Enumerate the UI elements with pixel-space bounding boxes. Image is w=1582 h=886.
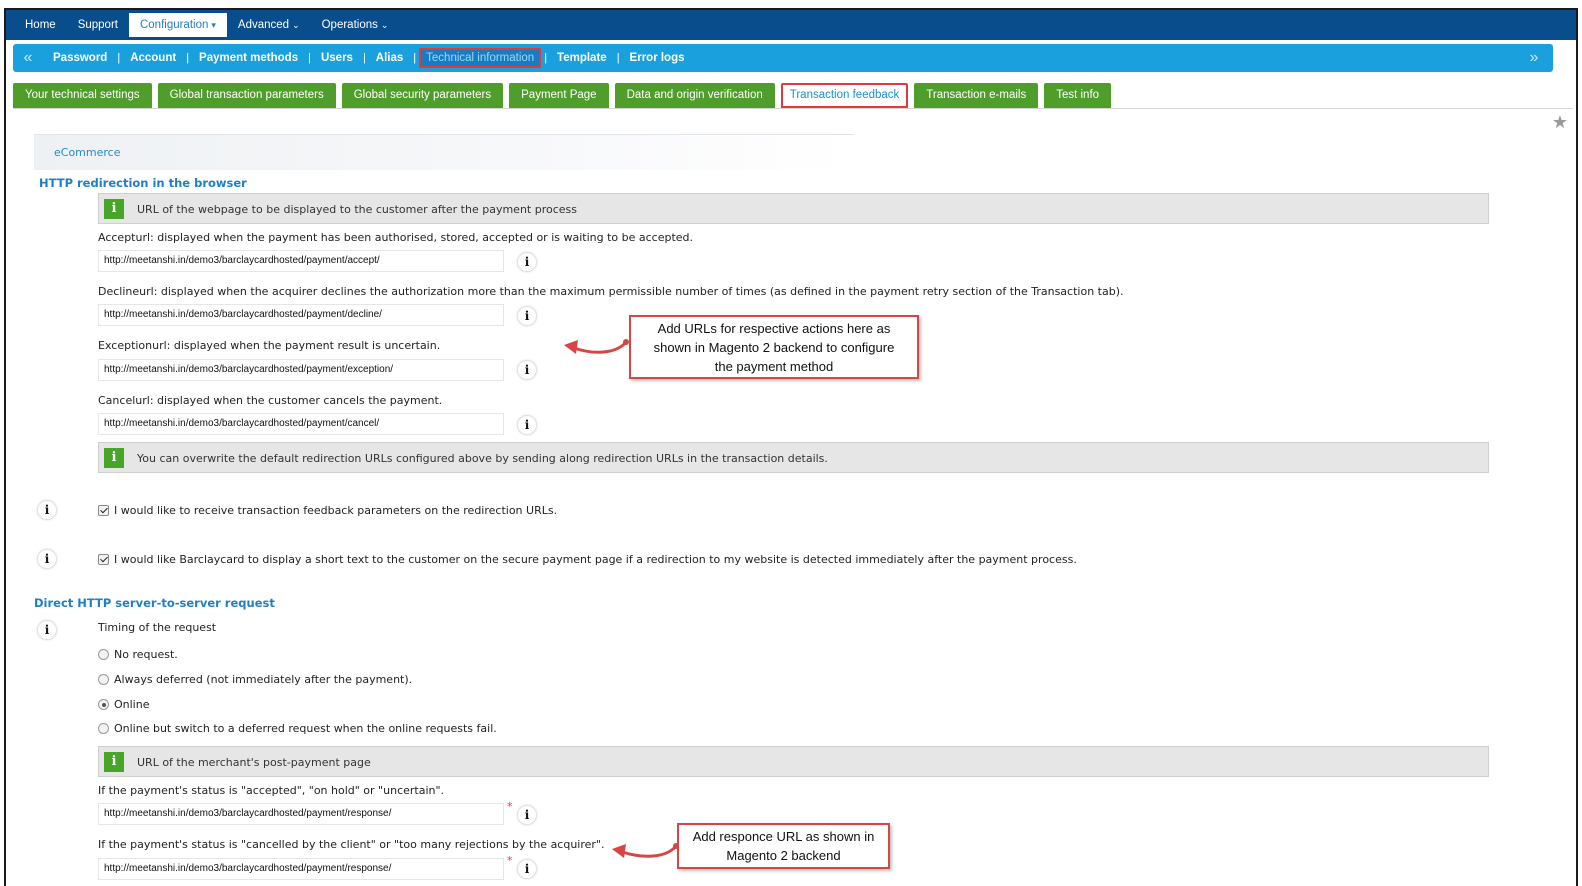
- ecommerce-header: eCommerce: [34, 134, 854, 170]
- chevron-down-icon: ⌄: [292, 20, 300, 30]
- nav-configuration[interactable]: Configuration ▾: [128, 13, 227, 37]
- subnav-password[interactable]: Password: [43, 48, 117, 68]
- annotation-arrow-icon: [564, 339, 629, 354]
- info-icon: i: [104, 199, 124, 219]
- info-icon[interactable]: i: [517, 252, 537, 272]
- nav-operations-label: Operations: [321, 19, 378, 31]
- sub-navigation: « Password | Account | Payment methods |…: [13, 44, 1553, 72]
- nav-advanced[interactable]: Advanced ⌄: [227, 13, 311, 37]
- info-bar-post-payment: i URL of the merchant's post-payment pag…: [98, 746, 1489, 777]
- radio-always-deferred[interactable]: Always deferred (not immediately after t…: [98, 673, 412, 686]
- checkbox-label: I would like to receive transaction feed…: [114, 504, 558, 517]
- scroll-left-icon[interactable]: «: [13, 49, 43, 67]
- radio-button[interactable]: [98, 674, 109, 685]
- chevron-down-icon: ▾: [211, 20, 216, 30]
- timing-label: Timing of the request: [98, 621, 217, 634]
- scroll-right-icon[interactable]: »: [1519, 49, 1549, 67]
- tab-global-transaction-parameters[interactable]: Global transaction parameters: [157, 83, 336, 108]
- required-marker: *: [507, 854, 513, 867]
- annotation-callout-urls: Add URLs for respective actions here as …: [629, 315, 919, 379]
- nav-home[interactable]: Home: [14, 13, 67, 37]
- radio-label: Always deferred (not immediately after t…: [114, 673, 413, 686]
- accept-url-input[interactable]: http://meetanshi.in/demo3/barclaycardhos…: [98, 250, 504, 272]
- subnav-users[interactable]: Users: [311, 48, 363, 68]
- nav-configuration-label: Configuration: [139, 19, 209, 31]
- info-icon: i: [104, 752, 124, 772]
- subnav-template[interactable]: Template: [547, 48, 617, 68]
- exception-url-input[interactable]: http://meetanshi.in/demo3/barclaycardhos…: [98, 359, 504, 381]
- info-bar-text: You can overwrite the default redirectio…: [137, 452, 828, 465]
- tab-global-security-parameters[interactable]: Global security parameters: [341, 83, 504, 108]
- accept-url-label: Accepturl: displayed when the payment ha…: [98, 231, 694, 244]
- status-cancelled-label: If the payment's status is "cancelled by…: [98, 838, 605, 851]
- tabs-divider: [13, 108, 1573, 109]
- section-title-http-redirection: HTTP redirection in the browser: [39, 176, 247, 190]
- status-accepted-label: If the payment's status is "accepted", "…: [98, 784, 445, 797]
- radio-button[interactable]: [98, 723, 109, 734]
- callout-line: Magento 2 backend: [726, 848, 841, 863]
- callout-line: Add responce URL as shown in: [692, 829, 875, 844]
- decline-url-label: Declineurl: displayed when the acquirer …: [98, 285, 1124, 298]
- annotation-callout-response: Add responce URL as shown in Magento 2 b…: [677, 823, 890, 869]
- info-icon[interactable]: i: [37, 549, 57, 569]
- subnav-payment-methods[interactable]: Payment methods: [189, 48, 308, 68]
- radio-button-selected[interactable]: [98, 699, 109, 710]
- radio-online[interactable]: Online: [98, 698, 149, 711]
- chevron-down-icon: ⌄: [380, 20, 389, 30]
- nav-advanced-label: Advanced: [237, 19, 290, 31]
- info-bar-redirect-url: i URL of the webpage to be displayed to …: [98, 193, 1489, 224]
- subnav-error-logs[interactable]: Error logs: [620, 48, 695, 68]
- tab-your-technical-settings[interactable]: Your technical settings: [13, 83, 152, 108]
- nav-operations[interactable]: Operations ⌄: [311, 13, 400, 37]
- checkbox-feedback-params[interactable]: I would like to receive transaction feed…: [98, 504, 557, 517]
- decline-url-input[interactable]: http://meetanshi.in/demo3/barclaycardhos…: [98, 304, 504, 326]
- radio-no-request[interactable]: No request.: [98, 648, 178, 661]
- info-icon[interactable]: i: [37, 500, 57, 520]
- cancel-url-input[interactable]: http://meetanshi.in/demo3/barclaycardhos…: [98, 413, 504, 435]
- info-icon[interactable]: i: [37, 620, 57, 640]
- status-accepted-url-input[interactable]: http://meetanshi.in/demo3/barclaycardhos…: [98, 803, 504, 825]
- exception-url-label: Exceptionurl: displayed when the payment…: [98, 339, 441, 352]
- checkbox[interactable]: [98, 554, 109, 565]
- checkbox-short-text[interactable]: I would like Barclaycard to display a sh…: [98, 553, 1077, 566]
- subnav-technical-information[interactable]: Technical information: [419, 48, 542, 68]
- info-icon[interactable]: i: [517, 805, 537, 825]
- callout-line: Add URLs for respective actions here as: [657, 321, 891, 336]
- annotation-arrow-icon: [612, 843, 679, 858]
- checkbox-label: I would like Barclaycard to display a sh…: [114, 553, 1077, 566]
- info-icon: i: [104, 448, 124, 468]
- subnav-alias[interactable]: Alias: [366, 48, 414, 68]
- info-bar-text: URL of the webpage to be displayed to th…: [137, 203, 577, 216]
- subnav-account[interactable]: Account: [120, 48, 186, 68]
- section-title-direct-http: Direct HTTP server-to-server request: [34, 596, 275, 610]
- separator: |: [413, 52, 417, 64]
- info-icon[interactable]: i: [517, 306, 537, 326]
- radio-label: No request.: [114, 648, 178, 661]
- star-icon[interactable]: ★: [1552, 112, 1568, 133]
- radio-label: Online but switch to a deferred request …: [114, 722, 497, 735]
- tab-transaction-feedback[interactable]: Transaction feedback: [780, 83, 909, 108]
- checkbox[interactable]: [98, 505, 109, 516]
- tab-payment-page[interactable]: Payment Page: [509, 83, 609, 108]
- info-bar-text: URL of the merchant's post-payment page: [137, 756, 371, 769]
- tab-data-and-origin-verification[interactable]: Data and origin verification: [614, 83, 775, 108]
- radio-button[interactable]: [98, 649, 109, 660]
- info-icon[interactable]: i: [517, 360, 537, 380]
- radio-label: Online: [114, 698, 150, 711]
- tab-test-info[interactable]: Test info: [1044, 83, 1112, 108]
- nav-support[interactable]: Support: [67, 13, 129, 37]
- info-icon[interactable]: i: [517, 859, 537, 879]
- info-icon[interactable]: i: [517, 415, 537, 435]
- callout-line: the payment method: [714, 359, 834, 374]
- tab-transaction-emails[interactable]: Transaction e-mails: [914, 83, 1039, 108]
- ecommerce-label: eCommerce: [54, 146, 121, 159]
- radio-online-deferred-fallback[interactable]: Online but switch to a deferred request …: [98, 722, 497, 735]
- callout-line: shown in Magento 2 backend to configure: [653, 340, 895, 355]
- tab-bar: Your technical settings Global transacti…: [13, 83, 1117, 108]
- info-bar-overwrite: i You can overwrite the default redirect…: [98, 442, 1489, 473]
- cancel-url-label: Cancelurl: displayed when the customer c…: [98, 394, 443, 407]
- top-navigation: Home Support Configuration ▾ Advanced ⌄ Op…: [6, 10, 1576, 40]
- status-cancelled-url-input[interactable]: http://meetanshi.in/demo3/barclaycardhos…: [98, 858, 504, 880]
- required-marker: *: [507, 800, 513, 813]
